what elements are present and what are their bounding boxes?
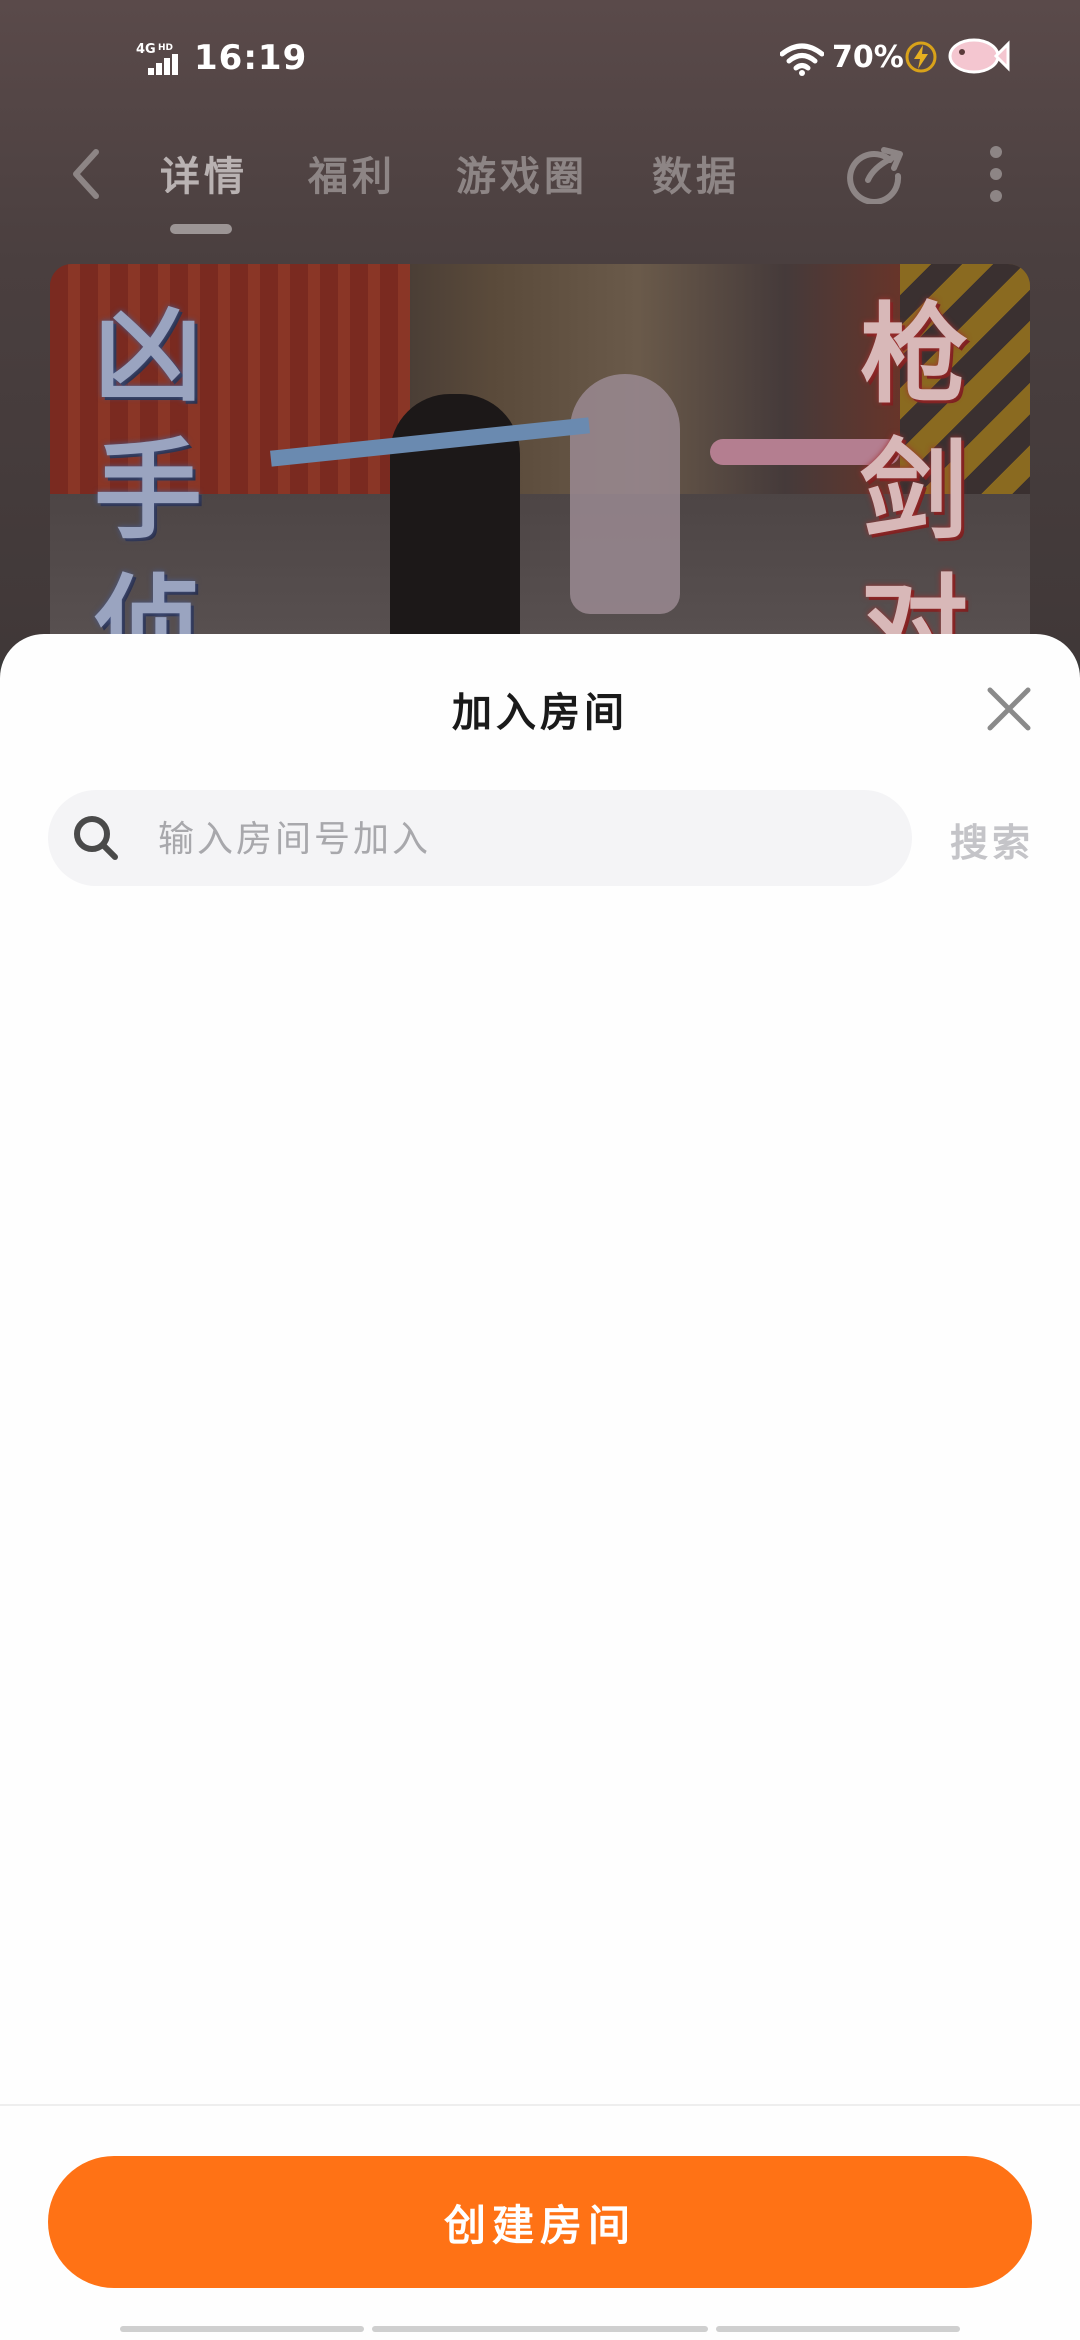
wifi-icon: [780, 43, 824, 76]
sheet-title: 加入房间: [452, 690, 628, 736]
home-indicator-segment: [120, 2326, 364, 2332]
footer-divider: [0, 2104, 1080, 2106]
svg-text:4G: 4G: [136, 42, 156, 57]
search-bar[interactable]: [48, 790, 912, 888]
banner-text-right-1: 枪: [860, 292, 969, 418]
status-bar: 4G HD 16:19 70%: [0, 0, 1080, 120]
more-icon[interactable]: [986, 144, 1006, 204]
share-icon[interactable]: [844, 140, 908, 204]
search-button[interactable]: 搜索: [950, 812, 1034, 867]
search-icon: [74, 816, 118, 860]
tab-data[interactable]: 数据: [652, 144, 740, 202]
banner-text-left-1: 凶: [94, 292, 203, 418]
active-tab-indicator: [170, 224, 232, 234]
banner-text-right-2: 剑: [860, 428, 969, 554]
signal-icon: 4G HD: [136, 42, 178, 75]
background-page: 4G HD 16:19 70% 详情 福利 游戏圈 数据 凶 手 侦 枪 剑 对: [0, 0, 1080, 664]
back-icon[interactable]: [66, 144, 106, 204]
join-room-sheet: 加入房间 搜索 创建房间: [0, 634, 1080, 2340]
fish-avatar-icon: [948, 38, 1010, 74]
charging-icon: [905, 41, 937, 73]
tab-details[interactable]: 详情: [160, 144, 248, 202]
close-icon[interactable]: [982, 682, 1036, 736]
tab-welfare[interactable]: 福利: [308, 144, 396, 202]
home-indicator-segment: [372, 2326, 708, 2332]
tab-game-circle[interactable]: 游戏圈: [456, 144, 588, 202]
clock: 16:19: [194, 38, 308, 78]
room-number-input[interactable]: [156, 790, 880, 888]
game-banner-image[interactable]: 凶 手 侦 枪 剑 对: [50, 264, 1030, 664]
banner-text-left-2: 手: [94, 428, 203, 554]
create-room-button[interactable]: 创建房间: [48, 2156, 1032, 2288]
banner-character-light: [570, 374, 680, 614]
battery-level: 70%: [832, 40, 904, 75]
top-nav: 详情 福利 游戏圈 数据: [0, 130, 1080, 240]
svg-text:HD: HD: [158, 43, 173, 53]
home-indicator-segment: [716, 2326, 960, 2332]
